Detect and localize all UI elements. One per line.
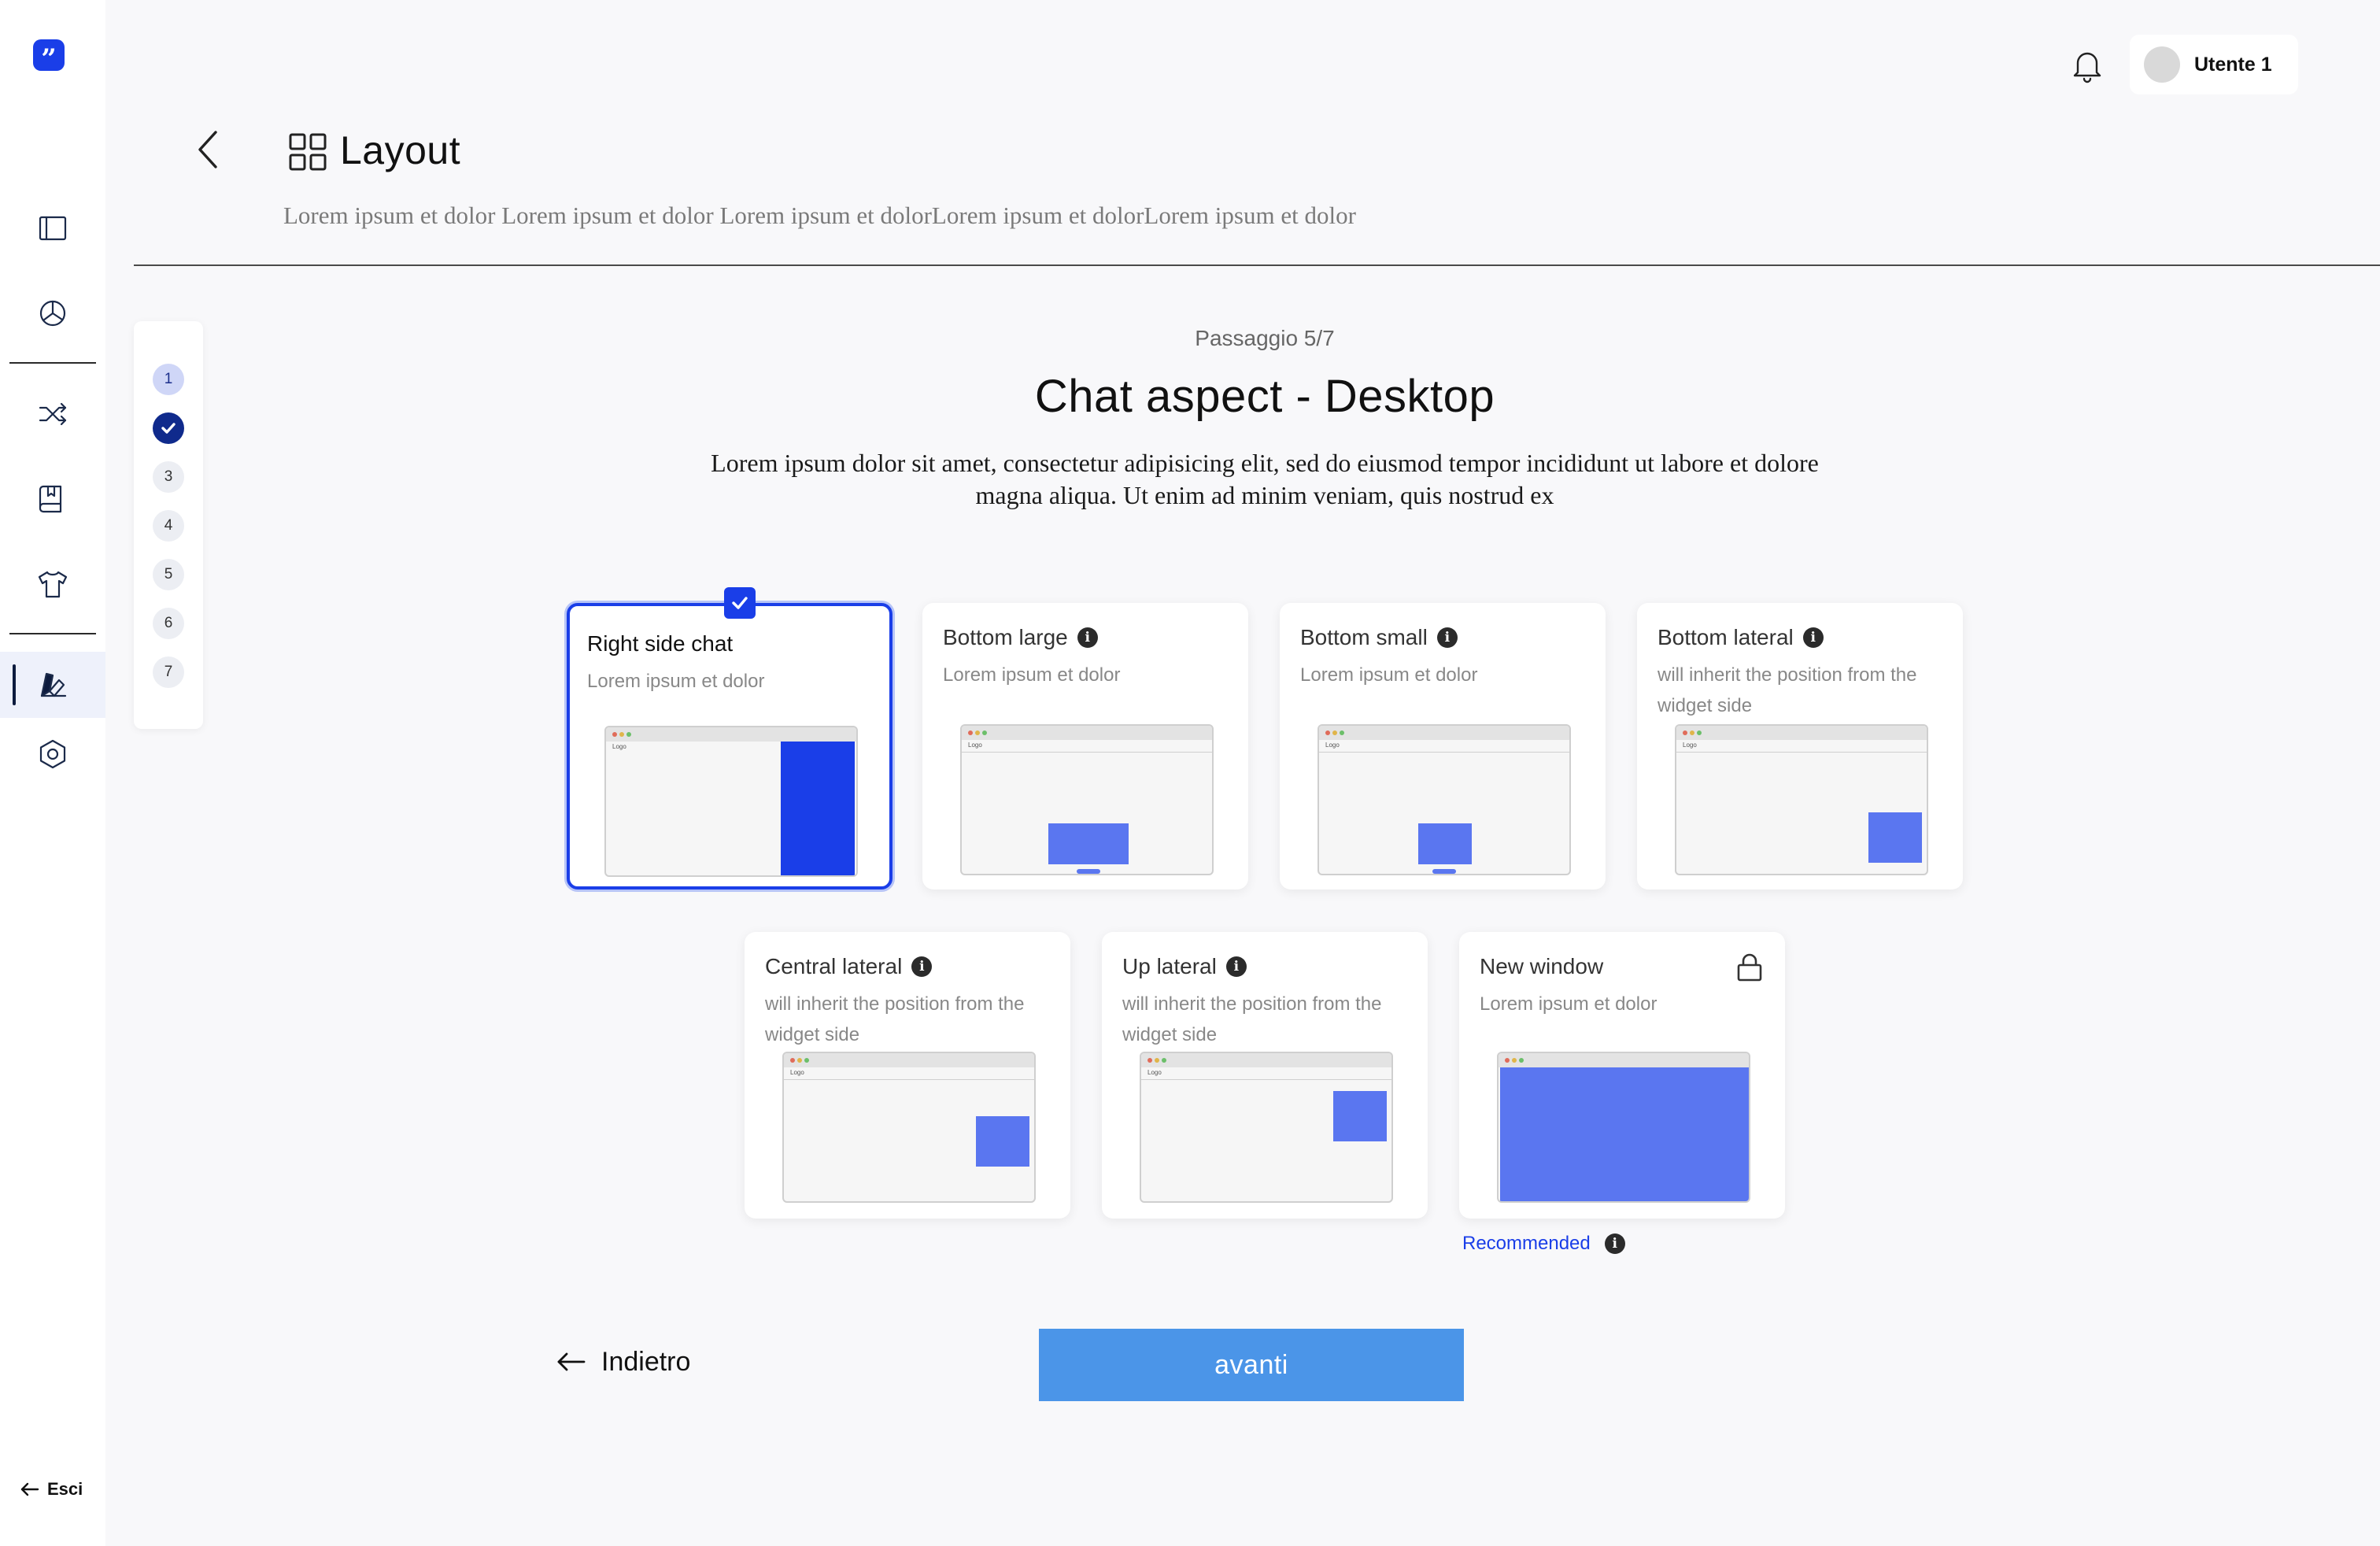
recommended-label: Recommended i xyxy=(1462,1233,1625,1255)
sidebar-item-library[interactable] xyxy=(0,466,105,532)
option-title: New window xyxy=(1480,954,1604,978)
browser-preview: Logo xyxy=(960,724,1214,875)
bell-icon xyxy=(2073,52,2101,83)
option-bottom-lateral[interactable]: Bottom lateral i will inherit the positio… xyxy=(1637,603,1963,890)
option-title: Central lateral i xyxy=(765,954,933,979)
step-3[interactable]: 3 xyxy=(153,461,184,493)
chat-widget-preview xyxy=(781,742,855,875)
swatch-icon xyxy=(40,672,67,697)
sidebar: ” Esci xyxy=(0,0,105,1546)
browser-preview xyxy=(1497,1052,1750,1203)
info-icon[interactable]: i xyxy=(1436,627,1458,648)
info-icon[interactable]: i xyxy=(1077,627,1098,648)
chat-widget-preview xyxy=(976,1116,1029,1167)
info-icon[interactable]: i xyxy=(1802,627,1824,648)
header-divider xyxy=(134,264,2380,266)
logo-quote-icon: ” xyxy=(41,43,57,75)
chat-widget-preview xyxy=(1418,823,1472,864)
user-name: Utente 1 xyxy=(2194,53,2272,76)
section-description: Lorem ipsum dolor sit amet, consectetur … xyxy=(711,449,1819,509)
option-title: Up lateral i xyxy=(1122,954,1247,979)
sidebar-item-apparel[interactable] xyxy=(0,551,105,617)
browser-preview: Logo xyxy=(1140,1052,1393,1203)
user-menu[interactable]: Utente 1 xyxy=(2130,35,2298,94)
step-counter: Passaggio 5/7 xyxy=(1195,326,1335,350)
option-title: Bottom lateral i xyxy=(1658,625,1824,650)
exit-button[interactable]: Esci xyxy=(19,1478,83,1500)
shirt-icon xyxy=(38,571,68,598)
info-icon[interactable]: i xyxy=(911,956,933,977)
browser-preview: Logo xyxy=(604,726,858,877)
notifications-button[interactable] xyxy=(2067,44,2108,85)
step-4[interactable]: 4 xyxy=(153,510,184,542)
chat-widget-preview xyxy=(1048,823,1129,864)
sidebar-item-settings[interactable] xyxy=(0,721,105,787)
sidebar-divider xyxy=(9,362,96,364)
app-logo[interactable]: ” xyxy=(33,39,65,75)
chat-widget-preview xyxy=(1868,812,1922,863)
back-button[interactable] xyxy=(189,126,228,173)
arrow-left-icon xyxy=(20,1482,39,1496)
next-button[interactable]: avanti xyxy=(1039,1329,1464,1401)
sidebar-divider xyxy=(9,633,96,634)
page-title: Layout xyxy=(340,128,461,172)
avatar xyxy=(2144,46,2180,83)
option-up-lateral[interactable]: Up lateral i will inherit the position fr… xyxy=(1102,932,1428,1219)
option-description: will inherit the position from the widge… xyxy=(765,993,1025,1045)
back-link-label: Indietro xyxy=(601,1346,691,1377)
browser-preview: Logo xyxy=(1318,724,1571,875)
chevron-left-icon xyxy=(198,131,217,168)
option-bottom-large[interactable]: Bottom large i Lorem ipsum et dolor Logo xyxy=(922,603,1248,890)
browser-preview: Logo xyxy=(1675,724,1928,875)
browser-preview: Logo xyxy=(782,1052,1036,1203)
page-subtitle: Lorem ipsum et dolor Lorem ipsum et dolo… xyxy=(283,202,1356,229)
option-description: Lorem ipsum et dolor xyxy=(587,671,765,692)
option-title: Bottom large i xyxy=(943,625,1098,650)
info-icon[interactable]: i xyxy=(1604,1233,1625,1254)
step-7[interactable]: 7 xyxy=(153,656,184,688)
arrow-left-icon xyxy=(557,1352,586,1371)
option-bottom-small[interactable]: Bottom small i Lorem ipsum et dolor Logo xyxy=(1280,603,1606,890)
book-icon xyxy=(39,485,62,513)
option-description: Lorem ipsum et dolor xyxy=(943,664,1121,686)
option-right-side-chat[interactable]: Right side chat Lorem ipsum et dolor Log… xyxy=(567,587,893,890)
check-icon xyxy=(732,597,748,609)
back-link[interactable]: Indietro xyxy=(556,1346,690,1378)
option-description: Lorem ipsum et dolor xyxy=(1300,664,1478,686)
chat-widget-preview xyxy=(1500,1067,1749,1201)
panel-icon xyxy=(39,216,67,241)
info-icon[interactable]: i xyxy=(1225,956,1247,977)
option-description: will inherit the position from the widge… xyxy=(1658,664,1917,716)
exit-label: Esci xyxy=(47,1479,83,1499)
section-title: Chat aspect - Desktop xyxy=(1034,371,1495,422)
step-6[interactable]: 6 xyxy=(153,608,184,639)
sidebar-item-design[interactable] xyxy=(0,652,105,718)
option-description: Lorem ipsum et dolor xyxy=(1480,993,1658,1015)
option-description: will inherit the position from the widge… xyxy=(1122,993,1382,1045)
lock-icon xyxy=(1736,952,1763,982)
option-central-lateral[interactable]: Central lateral i will inherit the positi… xyxy=(745,932,1070,1219)
layout-grid-icon xyxy=(288,132,327,172)
option-new-window[interactable]: New window Lorem ipsum et dolor xyxy=(1459,932,1785,1219)
option-title: Bottom small i xyxy=(1300,625,1458,650)
option-title: Right side chat xyxy=(587,631,734,656)
sidebar-item-panel[interactable] xyxy=(0,195,105,261)
selected-check-badge xyxy=(724,587,756,619)
chat-widget-preview xyxy=(1333,1091,1387,1141)
hexagon-gear-icon xyxy=(39,739,66,769)
step-5[interactable]: 5 xyxy=(153,559,184,590)
